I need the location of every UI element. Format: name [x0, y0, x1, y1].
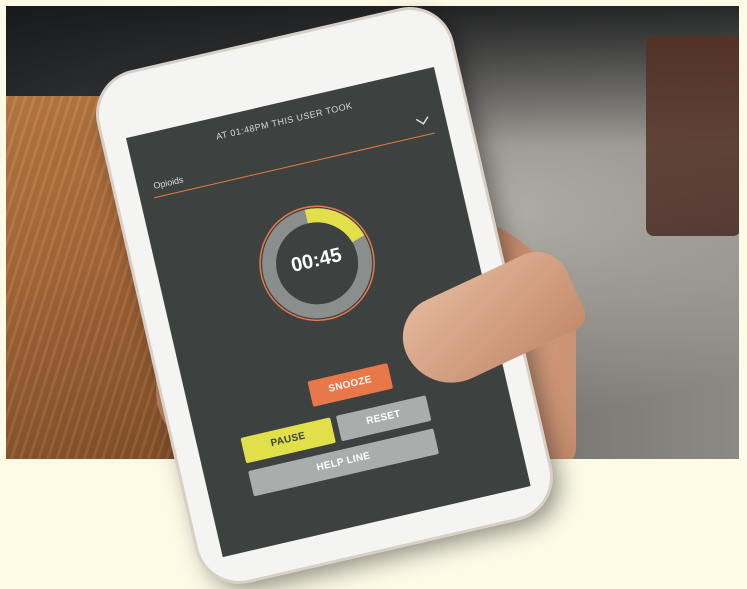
chevron-down-icon[interactable] — [415, 113, 432, 130]
substance-select-value: Opioids — [152, 174, 185, 192]
countdown-timer: 00:45 — [245, 191, 389, 335]
background-chair — [646, 36, 739, 236]
snooze-button[interactable]: SNOOZE — [307, 363, 394, 407]
substance-select[interactable]: Opioids — [149, 113, 435, 199]
